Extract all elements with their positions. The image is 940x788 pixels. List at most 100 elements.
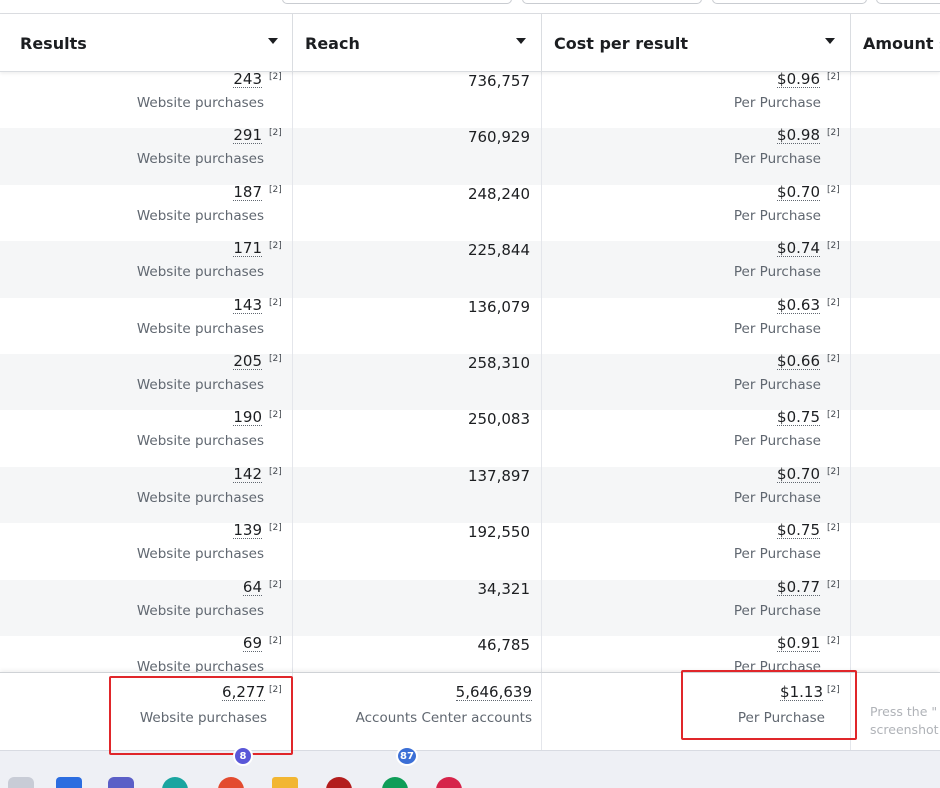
total-reach-value[interactable]: 5,646,639 xyxy=(455,684,532,701)
table-row[interactable]: 64 [2] Website purchases 34,321 $0.77 [2] Per … xyxy=(0,579,940,636)
notification-badge: 8 xyxy=(233,746,253,766)
footnote-marker[interactable]: [2] xyxy=(269,72,282,82)
toolbar-button-3[interactable] xyxy=(712,0,867,4)
keyboard-hint-line: Press the " xyxy=(870,704,938,719)
highlight-box-results xyxy=(109,676,293,755)
cost-value[interactable]: $0.96 xyxy=(777,72,820,88)
results-value[interactable]: 139 xyxy=(233,522,262,540)
cost-value[interactable]: $0.70 xyxy=(777,184,820,201)
reach-value: 760,929 xyxy=(467,128,530,147)
results-label: Website purchases xyxy=(136,264,264,281)
table-row[interactable]: 139 [2] Website purchases 192,550 $0.75 [2] Pe… xyxy=(0,522,940,579)
cost-value[interactable]: $0.70 xyxy=(777,466,820,483)
column-divider[interactable] xyxy=(292,14,293,72)
cost-value[interactable]: $0.63 xyxy=(777,297,820,314)
folder-icon[interactable] xyxy=(272,777,298,788)
results-label: Website purchases xyxy=(136,95,264,111)
teams-icon[interactable] xyxy=(108,777,134,788)
browser-icon[interactable] xyxy=(162,777,188,788)
chevron-down-icon[interactable] xyxy=(516,38,526,44)
column-header-reach[interactable]: Reach xyxy=(305,14,541,72)
results-value[interactable]: 190 xyxy=(233,409,262,427)
footnote-marker[interactable]: [2] xyxy=(269,185,282,195)
reach-value: 137,897 xyxy=(467,466,530,485)
cost-value[interactable]: $0.75 xyxy=(777,409,820,427)
toolbar-button-4[interactable] xyxy=(876,0,940,4)
footnote-marker[interactable]: [2] xyxy=(269,523,282,533)
app-icon[interactable] xyxy=(56,777,82,788)
footnote-marker[interactable]: [2] xyxy=(827,241,840,251)
chevron-down-icon[interactable] xyxy=(825,38,835,44)
whatsapp-icon[interactable] xyxy=(382,777,408,788)
column-divider xyxy=(292,72,293,750)
column-header-results[interactable]: Results xyxy=(20,14,292,72)
cost-value[interactable]: $0.75 xyxy=(777,522,820,540)
results-value[interactable]: 143 xyxy=(233,297,262,314)
footnote-marker[interactable]: [2] xyxy=(269,467,282,477)
cost-value[interactable]: $0.91 xyxy=(777,635,820,652)
total-reach-label: Accounts Center accounts xyxy=(355,710,532,726)
footnote-marker[interactable]: [2] xyxy=(269,354,282,364)
column-header-amount-label: Amount s xyxy=(863,33,940,53)
column-divider[interactable] xyxy=(850,14,851,72)
table-row[interactable]: 69 [2] Website purchases 46,785 $0.91 [2] Per … xyxy=(0,635,940,672)
results-value[interactable]: 64 xyxy=(242,579,262,596)
table-row[interactable]: 171 [2] Website purchases 225,844 $0.74 [2] Pe… xyxy=(0,240,940,298)
cost-value[interactable]: $0.77 xyxy=(777,579,820,596)
footnote-marker[interactable]: [2] xyxy=(827,72,840,82)
column-header-cost-per-result[interactable]: Cost per result xyxy=(554,14,850,72)
app-icon-pink[interactable] xyxy=(436,777,462,788)
results-value[interactable]: 142 xyxy=(233,466,262,483)
notification-badge: 87 xyxy=(396,746,418,766)
column-divider[interactable] xyxy=(541,14,542,72)
table-row[interactable]: 190 [2] Website purchases 250,083 $0.75 [2] Pe… xyxy=(0,409,940,466)
results-value[interactable]: 291 xyxy=(233,127,262,145)
footnote-marker[interactable]: [2] xyxy=(827,354,840,364)
table-row[interactable]: 205 [2] Website purchases 258,310 $0.66 [2] Pe… xyxy=(0,353,940,411)
table-row[interactable]: 291 [2] Website purchases 760,929 $0.98 [2] Pe… xyxy=(0,127,940,185)
footnote-marker[interactable]: [2] xyxy=(827,410,840,420)
footnote-marker[interactable]: [2] xyxy=(269,580,282,590)
cost-value[interactable]: $0.74 xyxy=(777,240,820,258)
chrome-icon[interactable] xyxy=(218,777,244,788)
reach-value: 736,757 xyxy=(467,72,530,90)
results-value[interactable]: 171 xyxy=(233,240,262,258)
footnote-marker[interactable]: [2] xyxy=(269,241,282,251)
cost-label: Per Purchase xyxy=(733,95,821,111)
footnote-marker[interactable]: [2] xyxy=(827,128,840,138)
cost-label: Per Purchase xyxy=(733,320,821,337)
results-value[interactable]: 243 xyxy=(233,72,262,88)
column-header-results-label: Results xyxy=(20,33,87,53)
results-label: Website purchases xyxy=(136,489,264,506)
footnote-marker[interactable]: [2] xyxy=(269,410,282,420)
app-icon-red[interactable] xyxy=(326,777,352,788)
results-value[interactable]: 187 xyxy=(233,184,262,201)
footnote-marker[interactable]: [2] xyxy=(827,580,840,590)
results-label: Website purchases xyxy=(136,377,264,393)
reach-value: 258,310 xyxy=(467,354,530,372)
footnote-marker[interactable]: [2] xyxy=(269,636,282,646)
ads-manager-table: Results Reach Cost per result Amount s 2… xyxy=(0,0,940,788)
reach-value: 248,240 xyxy=(467,184,530,203)
footnote-marker[interactable]: [2] xyxy=(827,298,840,308)
chevron-down-icon[interactable] xyxy=(268,38,278,44)
table-row[interactable]: 143 [2] Website purchases 136,079 $0.63 [2] Pe… xyxy=(0,297,940,354)
start-icon[interactable] xyxy=(8,777,34,788)
column-header-amount-spent[interactable]: Amount s xyxy=(863,14,940,72)
footnote-marker[interactable]: [2] xyxy=(827,636,840,646)
cost-value[interactable]: $0.66 xyxy=(777,353,820,370)
table-row[interactable]: 142 [2] Website purchases 137,897 $0.70 [2] Pe… xyxy=(0,466,940,524)
toolbar-button-2[interactable] xyxy=(522,0,702,4)
table-row[interactable]: 187 [2] Website purchases 248,240 $0.70 [2] Pe… xyxy=(0,184,940,241)
results-value[interactable]: 205 xyxy=(233,353,262,370)
footnote-marker[interactable]: [2] xyxy=(827,467,840,477)
cost-value[interactable]: $0.98 xyxy=(777,127,820,145)
results-value[interactable]: 69 xyxy=(242,635,262,652)
toolbar-button-1[interactable] xyxy=(282,0,512,4)
table-row[interactable]: 243 [2] Website purchases 736,757 $0.96 [2] Pe… xyxy=(0,72,940,128)
reach-value: 136,079 xyxy=(467,297,530,316)
footnote-marker[interactable]: [2] xyxy=(269,298,282,308)
footnote-marker[interactable]: [2] xyxy=(827,523,840,533)
footnote-marker[interactable]: [2] xyxy=(269,128,282,138)
footnote-marker[interactable]: [2] xyxy=(827,185,840,195)
